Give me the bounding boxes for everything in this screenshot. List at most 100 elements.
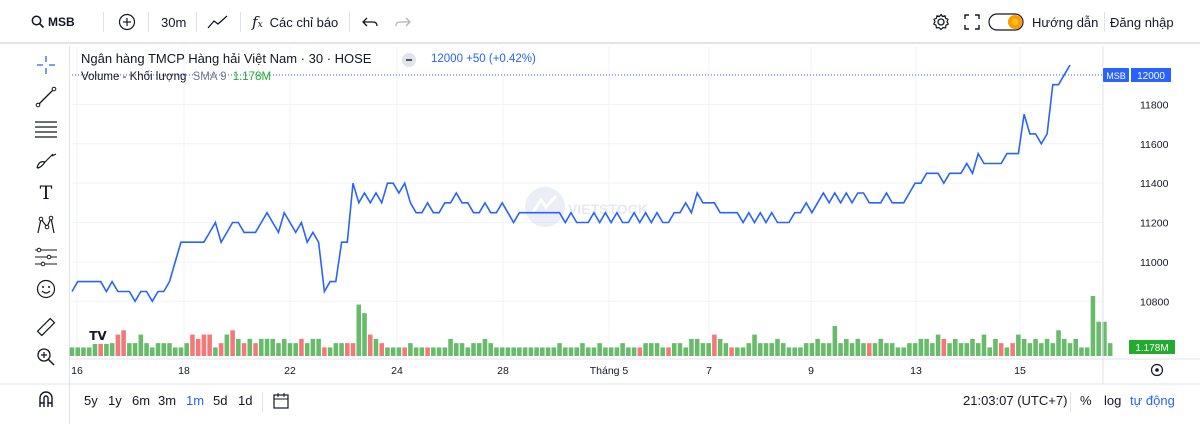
- svg-text:TV: TV: [89, 329, 107, 343]
- volume-bar: [373, 338, 379, 356]
- time-tick-label: 15: [1014, 365, 1026, 377]
- volume-bar: [155, 343, 161, 356]
- range-button-1d[interactable]: 1d: [238, 393, 252, 408]
- volume-bar: [86, 347, 92, 356]
- auto-scale-toggle[interactable]: tự động: [1130, 393, 1175, 408]
- volume-bar: [448, 338, 453, 356]
- volume-bar: [390, 347, 396, 356]
- volume-bar: [729, 347, 734, 356]
- volume-bar: [677, 343, 683, 356]
- volume-bar: [763, 343, 769, 356]
- volume-bar: [608, 347, 614, 356]
- time-tick-label: 9: [808, 365, 814, 377]
- volume-bar: [1027, 343, 1033, 356]
- volume-bar: [127, 343, 132, 356]
- volume-bar: [591, 347, 597, 356]
- range-button-3m[interactable]: 3m: [158, 393, 176, 408]
- volume-bar: [109, 343, 115, 356]
- volume-bar: [712, 334, 717, 356]
- price-tick-label: 11600: [1140, 139, 1169, 151]
- volume-bar: [195, 338, 201, 356]
- volume-bar: [1056, 330, 1061, 356]
- volume-bar: [207, 334, 212, 356]
- volume-sma-label: SMA 9: [192, 71, 227, 83]
- range-button-5y[interactable]: 5y: [84, 393, 98, 408]
- volume-bar: [614, 347, 620, 356]
- volume-bar: [930, 343, 935, 356]
- volume-bar: [178, 347, 184, 356]
- calendar-icon: [273, 393, 289, 409]
- volume-bar: [706, 343, 711, 356]
- volume-bar: [918, 338, 924, 356]
- volume-bar: [276, 343, 281, 356]
- volume-bar: [540, 347, 545, 356]
- symbol-tag: MSB: [1106, 71, 1126, 81]
- legend-toggle-button[interactable]: [402, 53, 416, 67]
- log-toggle[interactable]: log: [1104, 393, 1121, 408]
- volume-legend-label: Volume - Khối lượng: [81, 71, 187, 83]
- volume-bar: [431, 347, 436, 356]
- volume-bar: [855, 338, 861, 356]
- volume-bar: [345, 343, 350, 356]
- volume-bar: [213, 347, 218, 356]
- volume-bar: [574, 347, 580, 356]
- volume-bar: [907, 343, 912, 356]
- volume-bar: [798, 347, 803, 356]
- volume-bar: [385, 347, 390, 356]
- date-range-button[interactable]: [272, 392, 290, 413]
- volume-bar: [287, 343, 293, 356]
- range-button-1m[interactable]: 1m: [186, 393, 204, 408]
- volume-bar: [935, 334, 941, 356]
- volume-bar: [694, 338, 700, 356]
- minus-icon: [406, 59, 412, 61]
- volume-bar: [643, 343, 648, 356]
- volume-bar: [735, 347, 740, 356]
- volume-bar: [958, 343, 964, 356]
- price-tick-label: 11400: [1140, 178, 1169, 190]
- last-price-tag: 12000: [1137, 71, 1165, 82]
- volume-bar: [505, 347, 511, 356]
- volume-bar: [780, 343, 786, 356]
- volume-bar: [746, 343, 752, 356]
- volume-bar: [304, 343, 310, 356]
- range-button-5d[interactable]: 5d: [213, 393, 227, 408]
- volume-bar: [1107, 343, 1113, 356]
- range-button-6m[interactable]: 6m: [132, 393, 150, 408]
- volume-bar: [1050, 343, 1056, 356]
- volume-bar: [425, 347, 430, 356]
- chart-legend-title: Ngân hàng TMCP Hàng hải Việt Nam · 30 · …: [81, 51, 372, 66]
- volume-bar: [740, 347, 746, 356]
- time-tick-label: 16: [71, 365, 83, 377]
- volume-bar: [1021, 338, 1027, 356]
- volume-bar: [534, 347, 539, 356]
- volume-bar: [339, 343, 344, 356]
- range-button-1y[interactable]: 1y: [108, 393, 122, 408]
- volume-bar: [912, 343, 918, 356]
- price-readout: 12000 +50 (+0.42%): [431, 53, 536, 65]
- volume-bar: [396, 347, 402, 356]
- volume-bar: [1084, 347, 1090, 356]
- volume-bar: [545, 347, 551, 356]
- clock-readout[interactable]: 21:03:07 (UTC+7): [963, 393, 1067, 408]
- volume-bar: [660, 347, 666, 356]
- volume-bar: [838, 343, 843, 356]
- volume-bar: [757, 343, 763, 356]
- volume-bar: [585, 347, 591, 356]
- volume-bar: [1044, 338, 1050, 356]
- volume-bar: [201, 334, 207, 356]
- volume-bar: [442, 347, 448, 356]
- volume-bar: [322, 347, 327, 356]
- volume-bar: [454, 343, 459, 356]
- tradingview-logo: TV: [86, 326, 111, 344]
- volume-bar: [901, 347, 906, 356]
- percent-toggle[interactable]: %: [1080, 393, 1092, 408]
- volume-bar: [471, 343, 476, 356]
- volume-bar: [562, 347, 568, 356]
- volume-bar: [844, 338, 849, 356]
- volume-bar: [253, 343, 258, 356]
- volume-bar: [115, 334, 121, 356]
- volume-bar: [964, 343, 970, 356]
- volume-bar: [769, 343, 775, 356]
- volume-bar: [683, 347, 688, 356]
- volume-bar: [941, 338, 947, 356]
